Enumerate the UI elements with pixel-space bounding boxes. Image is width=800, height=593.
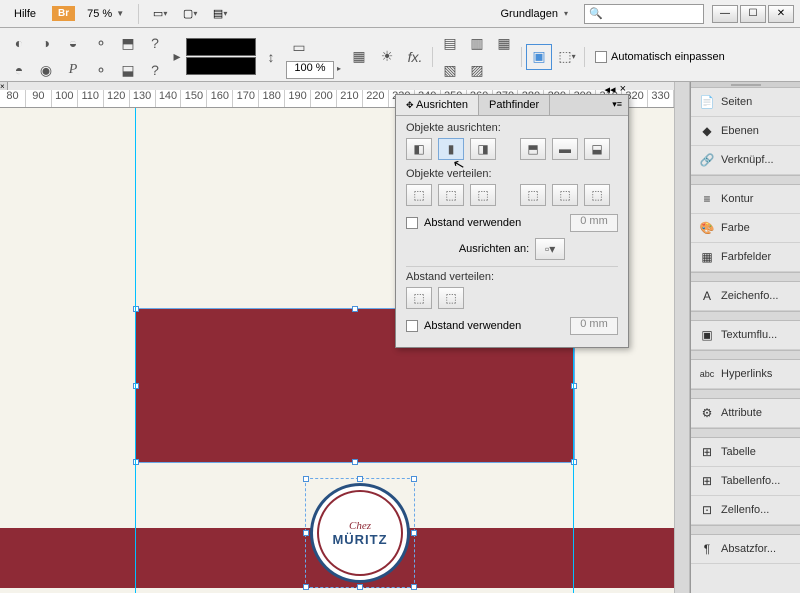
align-bottom-button[interactable]: ⬓ <box>584 138 610 160</box>
panel-seiten[interactable]: 📄Seiten <box>691 88 800 117</box>
use-spacing-checkbox[interactable] <box>406 217 418 229</box>
panel-zeichenfo[interactable]: AZeichenfo... <box>691 282 800 311</box>
align-left-button[interactable]: ◧ <box>406 138 432 160</box>
panel-attribute[interactable]: ⚙Attribute <box>691 399 800 428</box>
tool-icon[interactable]: ⚬ <box>88 57 114 83</box>
selection-frame <box>305 478 415 588</box>
panel-ebenen[interactable]: ◆Ebenen <box>691 117 800 146</box>
guide[interactable] <box>135 108 136 593</box>
zoom-dropdown[interactable]: 75 %▼ <box>83 6 128 22</box>
maximize-button[interactable]: ☐ <box>740 5 766 23</box>
doc-tab-close[interactable]: × <box>0 82 8 90</box>
document-canvas[interactable]: × 80901001101201301401501601701801902002… <box>0 82 674 593</box>
panel-tabellenfo[interactable]: ⊞Tabellenfo... <box>691 467 800 496</box>
distribute-button[interactable]: ⬚ <box>406 184 432 206</box>
stroke-swatch[interactable] <box>186 57 256 75</box>
search-input[interactable]: 🔍 <box>584 4 704 24</box>
bridge-button[interactable]: Br <box>52 6 75 21</box>
tool-icon[interactable]: ◐ <box>6 30 32 56</box>
section-label: Abstand verteilen: <box>406 271 618 283</box>
section-label: Objekte verteilen: <box>406 168 618 180</box>
panel-kontur[interactable]: ≡Kontur <box>691 185 800 214</box>
tab-pathfinder[interactable]: Pathfinder <box>479 95 550 115</box>
use-spacing-label: Abstand verwenden <box>424 320 521 332</box>
align-panel: ◂◂ × ✥ Ausrichten Pathfinder ▾≡ Objekte … <box>395 94 629 348</box>
screen-mode-icon[interactable]: ▢▾ <box>179 3 201 25</box>
section-label: Objekte ausrichten: <box>406 122 618 134</box>
tool-icon[interactable]: ◉ <box>33 57 59 83</box>
frame-fit-icon[interactable]: ▣ <box>526 44 552 70</box>
tool-icon[interactable]: ? <box>142 57 168 83</box>
autofit-checkbox[interactable]: Automatisch einpassen <box>589 51 731 63</box>
text-wrap-icon[interactable]: ▨ <box>464 57 490 83</box>
text-wrap-icon[interactable]: ▦ <box>491 30 517 56</box>
panel-farbfelder[interactable]: ▦Farbfelder <box>691 243 800 272</box>
tool-icon[interactable]: ◑ <box>33 30 59 56</box>
tool-icon[interactable]: ▦ <box>346 44 372 70</box>
fill-swatch[interactable] <box>186 38 256 56</box>
swap-icon[interactable]: ↕ <box>258 44 284 70</box>
align-vcenter-button[interactable]: ▬ <box>552 138 578 160</box>
help-menu[interactable]: Hilfe <box>6 6 44 22</box>
tool-icon[interactable]: ⬒ <box>115 30 141 56</box>
use-spacing-label: Abstand verwenden <box>424 217 521 229</box>
tool-icon[interactable]: ⚬ <box>88 30 114 56</box>
view-options-icon[interactable]: ▭▾ <box>149 3 171 25</box>
tool-icon[interactable]: ◒ <box>60 30 86 56</box>
right-panel-dock: 📄Seiten ◆Ebenen 🔗Verknüpf... ≡Kontur 🎨Fa… <box>690 82 800 593</box>
tool-icon[interactable]: P <box>60 57 86 83</box>
align-right-button[interactable]: ◨ <box>470 138 496 160</box>
distribute-spacing-button[interactable]: ⬚ <box>406 287 432 309</box>
spacing-input[interactable]: 0 mm <box>570 214 618 232</box>
panel-farbe[interactable]: 🎨Farbe <box>691 214 800 243</box>
arrange-icon[interactable]: ▤▾ <box>209 3 231 25</box>
opacity-input[interactable]: 100 % <box>286 61 334 79</box>
text-wrap-icon[interactable]: ▥ <box>464 30 490 56</box>
panel-tabelle[interactable]: ⊞Tabelle <box>691 438 800 467</box>
workspace-dropdown[interactable]: Grundlagen▾ <box>492 6 576 22</box>
panel-absatzfor[interactable]: ¶Absatzfor... <box>691 535 800 564</box>
stepper-icon[interactable]: ▸ <box>170 44 184 70</box>
close-button[interactable]: ✕ <box>768 5 794 23</box>
panel-hyperlinks[interactable]: abcHyperlinks <box>691 360 800 389</box>
tool-icon[interactable]: ? <box>142 30 168 56</box>
control-panel: ◐ ◑ ◒ ◓ ◉ P ⚬ ⬒ ? ⚬ ⬓ ? ▸ ↕ ▭ 100 %▸ ▦ ☀… <box>0 28 800 82</box>
fx-text-icon[interactable]: fx. <box>402 44 428 70</box>
panel-menu-icon[interactable]: ▾≡ <box>606 95 628 115</box>
minimize-button[interactable]: — <box>712 5 738 23</box>
align-hcenter-button[interactable]: ▮ <box>438 138 464 160</box>
window-controls: — ☐ ✕ <box>712 5 794 23</box>
tool-icon[interactable]: ☀ <box>374 44 400 70</box>
panel-verknupf[interactable]: 🔗Verknüpf... <box>691 146 800 175</box>
use-spacing-checkbox[interactable] <box>406 320 418 332</box>
spacing-input[interactable]: 0 mm <box>570 317 618 335</box>
distribute-button[interactable]: ⬚ <box>520 184 546 206</box>
text-wrap-icon[interactable]: ▤ <box>437 30 463 56</box>
distribute-button[interactable]: ⬚ <box>552 184 578 206</box>
align-top-button[interactable]: ⬒ <box>520 138 546 160</box>
distribute-spacing-button[interactable]: ⬚ <box>438 287 464 309</box>
panel-textumflu[interactable]: ▣Textumflu... <box>691 321 800 350</box>
distribute-button[interactable]: ⬚ <box>584 184 610 206</box>
distribute-button[interactable]: ⬚ <box>438 184 464 206</box>
tool-icon[interactable]: ⬓ <box>115 57 141 83</box>
top-menu-bar: Hilfe Br 75 %▼ ▭▾ ▢▾ ▤▾ Grundlagen▾ 🔍 — … <box>0 0 800 28</box>
distribute-button[interactable]: ⬚ <box>470 184 496 206</box>
panel-collapse-strip[interactable] <box>674 82 690 593</box>
tab-align[interactable]: ✥ Ausrichten <box>396 95 479 115</box>
align-to-dropdown[interactable]: ▫▾ <box>535 238 565 260</box>
panel-zellenfo[interactable]: ⊡Zellenfo... <box>691 496 800 525</box>
tool-icon[interactable]: ⬚▾ <box>554 44 580 70</box>
text-wrap-icon[interactable]: ▧ <box>437 57 463 83</box>
align-to-label: Ausrichten an: <box>459 243 529 255</box>
tool-icon[interactable]: ◓ <box>6 57 32 83</box>
fx-icon[interactable]: ▭ <box>286 34 312 60</box>
